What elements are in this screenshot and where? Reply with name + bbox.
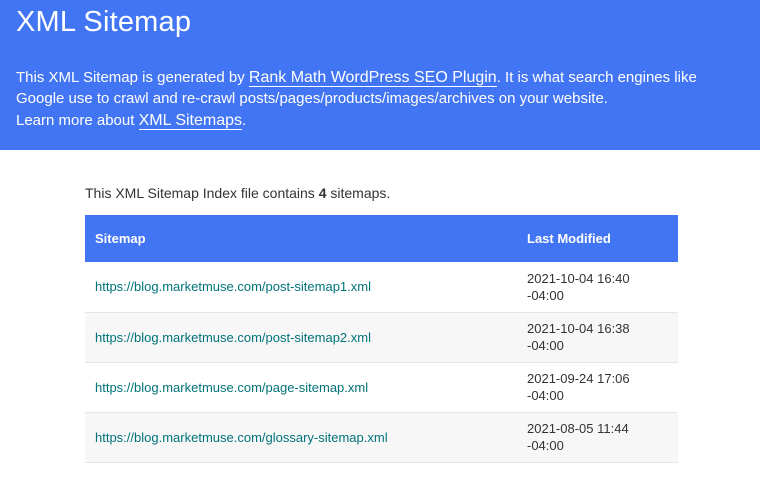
sitemap-link[interactable]: https://blog.marketmuse.com/post-sitemap… [95,279,371,294]
sitemap-cell: https://blog.marketmuse.com/post-sitemap… [85,262,527,312]
sitemap-link[interactable]: https://blog.marketmuse.com/page-sitemap… [95,380,368,395]
last-modified-cell: 2021-09-24 17:06 -04:00 [527,362,678,412]
column-header-last-modified: Last Modified [527,231,611,246]
last-modified-date: 2021-10-04 16:38 [527,321,630,336]
page-header: XML Sitemap This XML Sitemap is generate… [0,0,760,150]
sitemap-table: Sitemap Last Modified https://blog.marke… [85,215,678,463]
last-modified-cell: 2021-08-05 11:44 -04:00 [527,412,678,462]
xml-sitemaps-link[interactable]: XML Sitemaps [138,112,243,130]
table-header-row: Sitemap Last Modified [85,215,678,262]
column-header-sitemap: Sitemap [95,231,146,246]
last-modified-tz: -04:00 [527,338,564,353]
rank-math-plugin-link[interactable]: Rank Math WordPress SEO Plugin [248,69,497,87]
sitemap-link[interactable]: https://blog.marketmuse.com/glossary-sit… [95,430,388,445]
intro-text: This XML Sitemap is generated by Rank Ma… [16,67,746,109]
table-row: https://blog.marketmuse.com/glossary-sit… [85,412,678,462]
table-row: https://blog.marketmuse.com/post-sitemap… [85,312,678,362]
last-modified-cell: 2021-10-04 16:38 -04:00 [527,312,678,362]
last-modified-date: 2021-09-24 17:06 [527,371,630,386]
summary-prefix: This XML Sitemap Index file contains [85,185,319,201]
sitemap-cell: https://blog.marketmuse.com/glossary-sit… [85,412,527,462]
last-modified-tz: -04:00 [527,388,564,403]
sitemap-cell: https://blog.marketmuse.com/post-sitemap… [85,312,527,362]
sitemap-link[interactable]: https://blog.marketmuse.com/post-sitemap… [95,330,371,345]
intro-prefix: This XML Sitemap is generated by [16,69,249,86]
table-row: https://blog.marketmuse.com/post-sitemap… [85,262,678,312]
last-modified-date: 2021-08-05 11:44 [527,421,629,436]
last-modified-date: 2021-10-04 16:40 [527,270,630,286]
sitemap-count: 4 [318,185,327,201]
learn-more-text: Learn more about XML Sitemaps. [16,110,246,131]
last-modified-cell: 2021-10-04 16:40 -04:00 [527,262,678,312]
summary-suffix: sitemaps. [326,185,391,201]
last-modified-tz: -04:00 [527,287,564,303]
sitemap-cell: https://blog.marketmuse.com/page-sitemap… [85,362,527,412]
last-modified-tz: -04:00 [527,438,564,453]
sitemap-summary: This XML Sitemap Index file contains 4 s… [85,185,390,201]
table-row: https://blog.marketmuse.com/page-sitemap… [85,362,678,412]
learn-prefix: Learn more about [16,112,139,129]
learn-suffix: . [242,112,247,129]
page-title: XML Sitemap [16,6,192,38]
